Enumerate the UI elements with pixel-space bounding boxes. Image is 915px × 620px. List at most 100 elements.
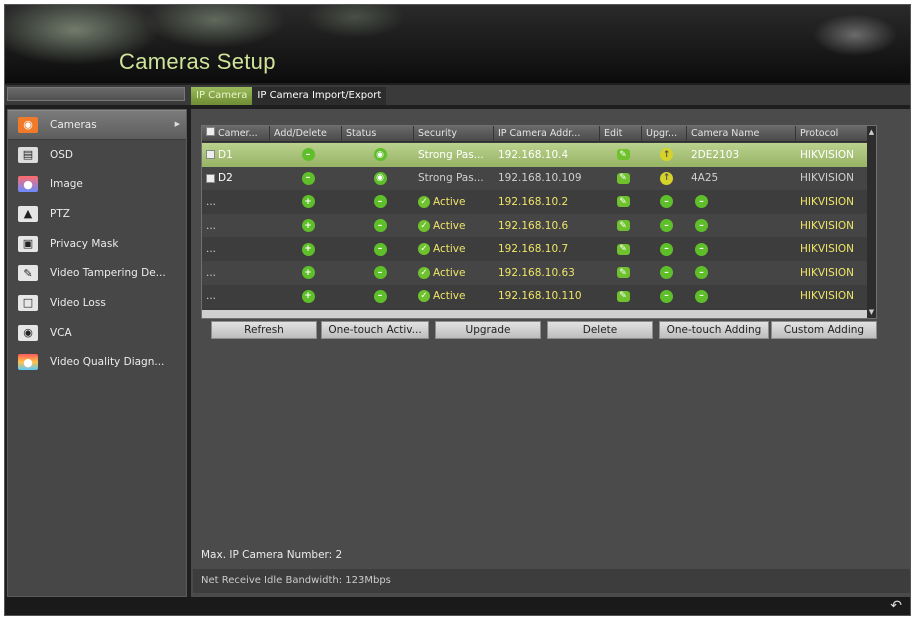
bandwidth-status: Net Receive Idle Bandwidth: 123Mbps: [193, 569, 910, 593]
column-header-camera[interactable]: Camer...: [202, 126, 270, 142]
one-touch-adding-button[interactable]: One-touch Adding: [659, 321, 769, 339]
minus-icon: –: [695, 195, 708, 209]
add-icon[interactable]: +: [301, 289, 315, 303]
tab-ip-camera[interactable]: IP Camera: [191, 87, 253, 105]
ip-address: 192.168.10.7: [498, 243, 569, 256]
column-header-security[interactable]: Security: [414, 126, 494, 142]
minus-icon: –: [660, 266, 673, 280]
max-camera-number: Max. IP Camera Number: 2: [201, 549, 343, 561]
column-header-camera-name[interactable]: Camera Name: [687, 126, 796, 142]
add-icon[interactable]: +: [301, 266, 315, 280]
minus-icon: –: [373, 266, 387, 280]
column-header-add-delete[interactable]: Add/Delete: [270, 126, 342, 142]
sidebar-item-privacy-mask[interactable]: ▣ Privacy Mask: [8, 229, 186, 259]
protocol: HIKVISION: [800, 266, 855, 279]
column-header-protocol[interactable]: Protocol: [796, 126, 868, 142]
sidebar-item-label: OSD: [50, 148, 74, 161]
pencil-icon[interactable]: ✎: [616, 267, 630, 279]
delete-icon[interactable]: –: [301, 148, 315, 162]
camera-name: 2DE2103: [691, 148, 740, 161]
delete-icon[interactable]: –: [301, 171, 315, 185]
pencil-icon[interactable]: ✎: [616, 220, 630, 232]
table-row[interactable]: ... + – ✓ Active 192.168.10.110 ✎ – – HIK…: [202, 284, 868, 309]
sidebar-item-cameras[interactable]: ◉ Cameras ▶: [8, 110, 186, 140]
add-icon[interactable]: +: [301, 242, 315, 256]
pencil-icon[interactable]: ✎: [616, 196, 630, 208]
security-value: Active: [433, 243, 466, 256]
sidebar-item-image[interactable]: ● Image: [8, 169, 186, 199]
camera-name: 4A25: [691, 172, 719, 185]
table-row[interactable]: D2 – ◉ Strong Pas... 192.168.10.109 ✎ ↑ …: [202, 166, 868, 191]
back-icon[interactable]: ↶: [890, 598, 902, 614]
ptz-icon: ▲: [18, 205, 38, 222]
scroll-up-icon[interactable]: ▲: [867, 128, 876, 137]
add-icon[interactable]: +: [301, 219, 315, 233]
ip-address: 192.168.10.6: [498, 219, 569, 232]
page-title: Cameras Setup: [119, 49, 276, 74]
security-value: Strong Pas...: [418, 148, 484, 161]
upgrade-button[interactable]: Upgrade: [435, 321, 541, 339]
table-row[interactable]: ... + – ✓ Active 192.168.10.7 ✎ – – HIKVI…: [202, 237, 868, 261]
sidebar-item-label: Privacy Mask: [50, 237, 119, 250]
column-header-status[interactable]: Status: [342, 126, 414, 142]
pencil-icon[interactable]: ✎: [616, 149, 630, 161]
column-header-upgrade[interactable]: Upgr...: [642, 126, 687, 142]
column-header-edit[interactable]: Edit: [600, 126, 642, 142]
sidebar-item-video-tampering[interactable]: ✎ Video Tampering De...: [8, 258, 186, 288]
security-value: Active: [433, 290, 466, 303]
table-row[interactable]: ... + – ✓ Active 192.168.10.6 ✎ – – HIKVI…: [202, 213, 868, 238]
ip-address: 192.168.10.63: [498, 266, 575, 279]
camera-id: ...: [206, 266, 217, 279]
select-all-checkbox[interactable]: [206, 127, 215, 136]
video-tampering-icon: ✎: [18, 265, 38, 282]
main-panel: Camer... Add/Delete Status Security IP C…: [191, 109, 910, 597]
protocol: HIKVISION: [800, 290, 855, 303]
minus-icon: –: [373, 195, 387, 209]
sidebar-item-video-quality[interactable]: ● Video Quality Diagn...: [8, 348, 186, 378]
horizontal-scrollbar[interactable]: [202, 310, 868, 318]
minus-icon: –: [373, 219, 387, 233]
pencil-icon[interactable]: ✎: [616, 290, 630, 302]
protocol: HIKVISION: [800, 148, 855, 161]
security-value: Active: [433, 266, 466, 279]
checkmark-icon: ✓: [418, 219, 430, 232]
upgrade-icon[interactable]: ↑: [660, 171, 673, 185]
sidebar-item-label: PTZ: [50, 207, 70, 220]
table-header: Camer... Add/Delete Status Security IP C…: [202, 126, 868, 142]
upgrade-icon[interactable]: ↑: [660, 148, 673, 162]
add-icon[interactable]: +: [301, 195, 315, 209]
security-value: Active: [433, 195, 466, 208]
camera-icon: ◉: [18, 116, 38, 133]
vertical-scrollbar[interactable]: ▲ ▼: [867, 126, 876, 318]
checkmark-icon: ✓: [418, 243, 430, 256]
ip-address: 192.168.10.110: [498, 290, 582, 303]
online-icon: ◉: [373, 148, 387, 162]
pencil-icon[interactable]: ✎: [616, 243, 630, 255]
protocol: HIKVISION: [800, 195, 855, 208]
ip-address: 192.168.10.2: [498, 195, 569, 208]
minus-icon: –: [660, 219, 673, 233]
scroll-down-icon[interactable]: ▼: [867, 308, 876, 317]
minus-icon: –: [695, 242, 708, 256]
table-row[interactable]: D1 – ◉ Strong Pas... 192.168.10.4 ✎ ↑ 2D…: [202, 143, 868, 167]
pencil-icon[interactable]: ✎: [616, 172, 630, 184]
delete-button[interactable]: Delete: [547, 321, 653, 339]
row-checkbox[interactable]: [206, 150, 215, 160]
refresh-button[interactable]: Refresh: [211, 321, 317, 339]
custom-adding-button[interactable]: Custom Adding: [771, 321, 877, 339]
sidebar-item-label: Video Tampering De...: [50, 267, 166, 280]
minus-icon: –: [660, 242, 673, 256]
table-row[interactable]: ... + – ✓ Active 192.168.10.63 ✎ – – HIKV…: [202, 261, 868, 285]
camera-id: D2: [218, 172, 233, 185]
protocol: HIKVISION: [800, 243, 855, 256]
row-checkbox[interactable]: [206, 173, 215, 183]
minus-icon: –: [660, 195, 673, 209]
sidebar-item-vca[interactable]: ◉ VCA: [8, 318, 186, 348]
one-touch-activate-button[interactable]: One-touch Activ...: [321, 321, 429, 339]
sidebar-item-video-loss[interactable]: □ Video Loss: [8, 288, 186, 318]
sidebar-item-ptz[interactable]: ▲ PTZ: [8, 199, 186, 229]
tab-ip-camera-import-export[interactable]: IP Camera Import/Export: [252, 87, 387, 105]
table-row[interactable]: ... + – ✓ Active 192.168.10.2 ✎ – – HIKVI…: [202, 190, 868, 214]
sidebar-item-osd[interactable]: ▤ OSD: [8, 140, 186, 170]
column-header-ip[interactable]: IP Camera Addr...: [494, 126, 600, 142]
